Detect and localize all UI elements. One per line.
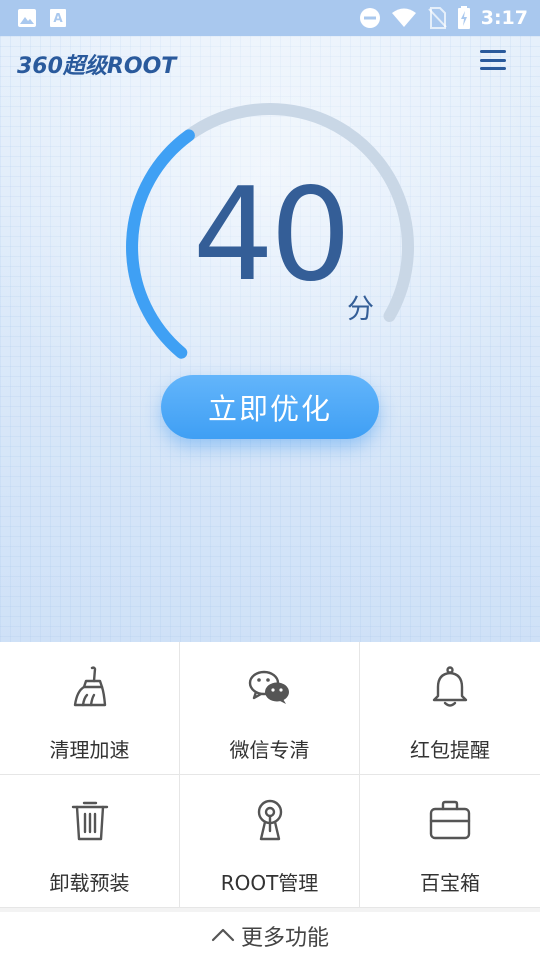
tools-grid: 清理加速 微信专清 红包提醒 卸载预装 ROOT管理 百宝箱 [0,642,540,908]
do-not-disturb-icon [359,7,381,29]
tool-wechat-clean[interactable]: 微信专清 [180,642,360,775]
trash-icon [68,797,112,843]
tool-uninstall-preinstalled[interactable]: 卸载预装 [0,775,180,908]
hamburger-menu-icon[interactable] [480,50,506,70]
image-icon [17,8,37,28]
more-functions-button[interactable]: 更多功能 [0,912,540,960]
wechat-icon [248,664,292,710]
tool-label: 清理加速 [49,738,130,762]
tool-toolbox[interactable]: 百宝箱 [360,775,540,908]
more-functions-label: 更多功能 [240,926,329,951]
bell-icon [428,664,472,710]
no-sim-icon [427,7,447,29]
more-functions-bar: 更多功能 [0,908,540,960]
tool-root-manage[interactable]: ROOT管理 [180,775,360,908]
svg-text:A: A [53,11,63,25]
status-time: 3:17 [480,7,528,29]
score-display: 40 [0,172,540,300]
score-value: 40 [192,161,352,310]
tool-red-packet-alert[interactable]: 红包提醒 [360,642,540,775]
text-a-icon: A [49,8,67,28]
toolbox-icon [428,797,472,843]
app-logo: 360超级ROOT [17,54,177,79]
keyhole-icon [248,797,292,843]
tool-label: 百宝箱 [420,871,480,895]
tool-label: 微信专清 [229,738,310,762]
battery-charging-icon [457,6,471,30]
broom-icon [68,664,112,710]
optimize-now-button[interactable]: 立即优化 [161,375,379,439]
score-unit: 分 [347,294,374,325]
tool-label: 卸载预装 [49,871,130,895]
wifi-icon [391,8,417,28]
tool-label: ROOT管理 [220,871,319,895]
tool-clean-speedup[interactable]: 清理加速 [0,642,180,775]
status-bar: A 3:17 [0,0,540,36]
tool-label: 红包提醒 [410,738,490,762]
chevron-up-icon [211,926,235,946]
